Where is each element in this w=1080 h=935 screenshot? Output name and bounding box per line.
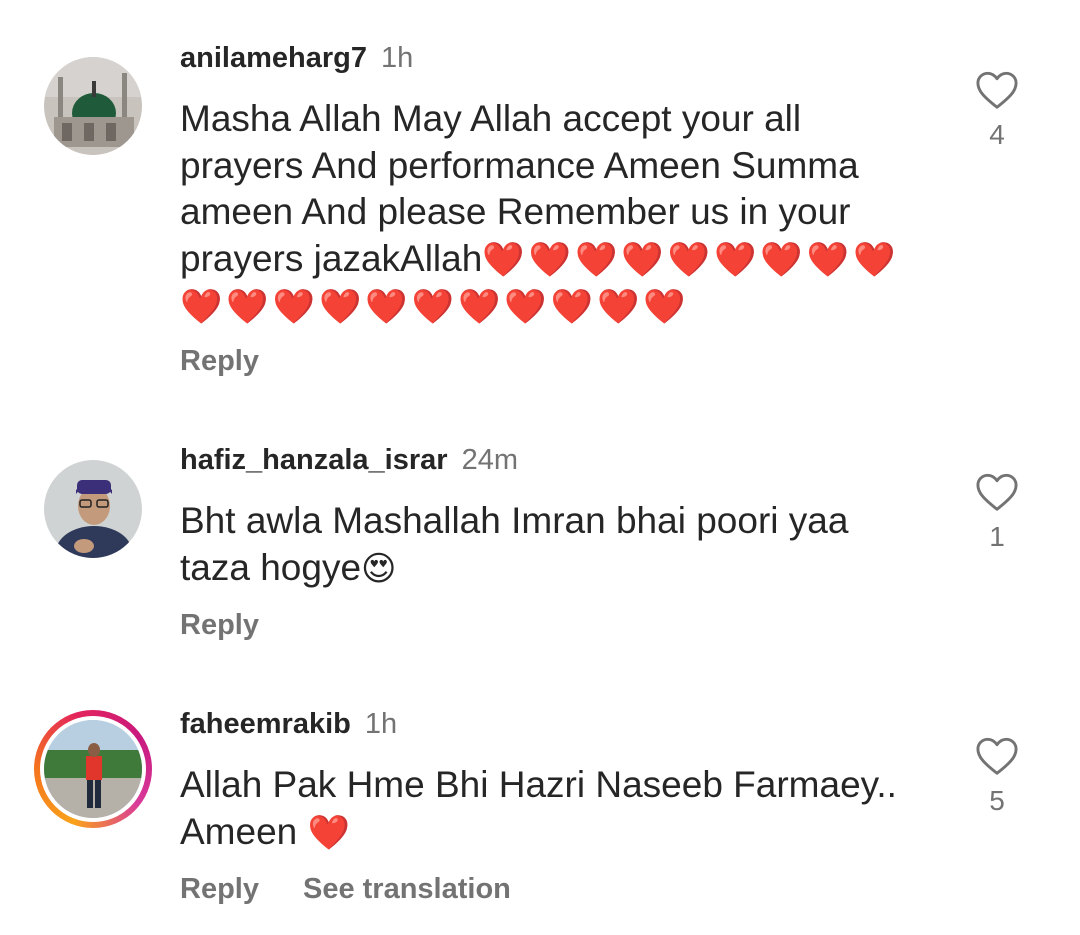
comment-actions: Reply — [180, 343, 259, 379]
heart-outline-icon[interactable] — [975, 736, 1019, 776]
comment-meta: anilameharg7 1h — [180, 40, 413, 76]
heart-emoji: ❤️ — [307, 813, 354, 852]
comment-text: Allah Pak Hme Bhi Hazri Naseeb Farmaey..… — [180, 762, 940, 856]
like-count: 5 — [989, 785, 1005, 816]
username[interactable]: faheemrakib — [180, 708, 351, 740]
comment-meta: hafiz_hanzala_israr 24m — [180, 442, 518, 478]
see-translation-button[interactable]: See translation — [303, 873, 511, 905]
like-control[interactable]: 4 — [970, 70, 1024, 152]
heart-eyes-emoji: 😍 — [361, 549, 401, 588]
like-control[interactable]: 1 — [970, 472, 1024, 554]
username[interactable]: hafiz_hanzala_israr — [180, 444, 448, 476]
avatar — [44, 720, 142, 818]
like-count: 4 — [989, 119, 1005, 150]
avatar-man-image — [44, 460, 142, 558]
reply-button[interactable]: Reply — [180, 873, 259, 905]
avatar-mosque-image — [44, 57, 142, 155]
heart-outline-icon[interactable] — [975, 472, 1019, 512]
avatar[interactable] — [44, 57, 142, 155]
comment-text: Masha Allah May Allah accept your all pr… — [180, 96, 940, 331]
comment-actions: Reply — [180, 607, 259, 643]
comment-actions: Reply See translation — [180, 871, 511, 907]
like-count: 1 — [989, 521, 1005, 552]
reply-button[interactable]: Reply — [180, 345, 259, 377]
reply-button[interactable]: Reply — [180, 609, 259, 641]
username[interactable]: anilameharg7 — [180, 42, 367, 74]
comment-time: 1h — [364, 708, 398, 740]
comment-body: Allah Pak Hme Bhi Hazri Naseeb Farmaey..… — [180, 764, 897, 852]
comment-time: 24m — [461, 444, 518, 476]
comment-time: 1h — [380, 42, 414, 74]
story-ring[interactable] — [34, 710, 152, 828]
heart-outline-icon[interactable] — [975, 70, 1019, 110]
comment-text: Bht awla Mashallah Imran bhai poori yaa … — [180, 498, 940, 592]
comment-meta: faheemrakib 1h — [180, 706, 397, 742]
avatar-man-outdoors-image — [44, 720, 142, 818]
comment-body: Bht awla Mashallah Imran bhai poori yaa … — [180, 500, 849, 588]
avatar[interactable] — [44, 460, 142, 558]
like-control[interactable]: 5 — [970, 736, 1024, 818]
